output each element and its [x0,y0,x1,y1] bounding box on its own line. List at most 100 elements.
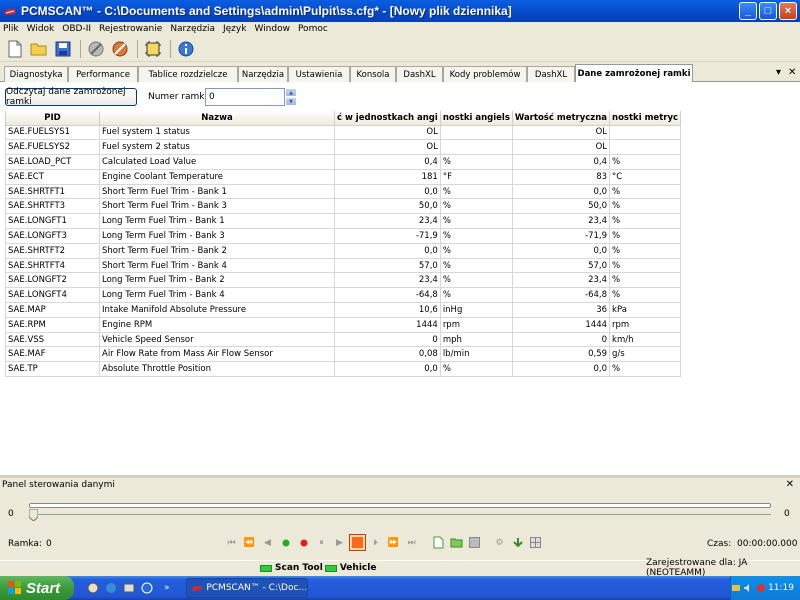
table-row[interactable]: SAE.MAP Intake Manifold Absolute Pressure… [5,302,682,318]
table-row[interactable]: SAE.LONGFT4 Long Term Fuel Trim - Bank 4-… [5,287,682,304]
open-folder-icon[interactable] [28,38,50,60]
tab-performance[interactable]: Performance [68,66,138,82]
control-panel-close-icon[interactable]: ✕ [786,479,794,490]
table-row[interactable]: SAE.LONGFT3 Long Term Fuel Trim - Bank 3-… [5,228,682,244]
menu-rejestrowanie[interactable]: Rejestrowanie [99,24,162,34]
record-red-icon[interactable] [295,534,312,551]
column-header-nazwa[interactable]: Nazwa [99,111,335,126]
column-header-metric-value[interactable]: Wartość metryczna [511,111,611,126]
skip-start-icon[interactable]: ⏮ [223,534,240,551]
step-back-icon[interactable]: ◀ [259,534,276,551]
table-row[interactable]: SAE.LONGFT1 Long Term Fuel Trim - Bank 12… [5,213,682,230]
quicklaunch-desktop-icon[interactable] [122,581,136,595]
table-row[interactable]: SAE.FUELSYS1 Fuel system 1 status OL OL [5,124,682,141]
tray-volume-icon[interactable] [743,583,752,593]
read-freeze-frame-button[interactable]: Odczytaj dane zamrożonej ramki [5,87,137,107]
tab-dane-zamrozonej-ramki[interactable]: Dane zamrożonej ramki [575,64,693,83]
menu-widok[interactable]: Widok [27,24,55,34]
pcmscan-app-icon [192,585,202,591]
maximize-button[interactable]: □ [759,2,777,20]
cell-english-units: % [439,198,513,215]
quicklaunch-chevron[interactable]: » [164,583,170,593]
new-file-icon[interactable] [4,38,26,60]
tab-diagnostyka[interactable]: Diagnostyka [4,66,68,82]
column-header-english-units[interactable]: nostki angiels [439,111,513,126]
step-forward-icon[interactable]: ⏵ [367,534,384,551]
log-settings-icon[interactable]: ⚙ [491,534,508,551]
table-row[interactable]: SAE.LONGFT2 Long Term Fuel Trim - Bank 22… [5,272,682,289]
spin-up-icon[interactable]: ▲ [285,88,297,97]
column-header-pid[interactable]: PID [5,111,100,126]
table-row[interactable]: SAE.SHRTFT2 Short Term Fuel Trim - Bank 2… [5,242,682,259]
table-row[interactable]: SAE.LOAD_PCT Calculated Load Value 0,4% 0,4… [5,154,682,170]
cell-name: Long Term Fuel Trim - Bank 3 [99,228,335,244]
stop-record-icon[interactable] [349,534,366,551]
vehicle-settings-icon[interactable] [142,38,164,60]
quicklaunch-ie-icon[interactable] [140,581,154,595]
table-row[interactable]: SAE.SHRTFT1 Short Term Fuel Trim - Bank 1… [5,183,682,200]
open-log-icon[interactable] [448,534,465,551]
tab-konsola[interactable]: Konsola [350,66,396,82]
play-green-icon[interactable] [277,534,294,551]
tray-security-icon[interactable] [756,583,765,593]
save-log-icon[interactable] [466,534,483,551]
tab-tablice-rozdzielcze[interactable]: Tablice rozdzielcze [138,66,238,82]
tab-ustawienia[interactable]: Ustawienia [288,66,350,82]
menu-pomoc[interactable]: Pomoc [298,24,328,34]
export-icon[interactable] [509,534,526,551]
tab-kody-problemow[interactable]: Kody problemów [443,66,527,82]
fast-rewind-icon[interactable]: ⏪ [241,534,258,551]
tab-narzedzia[interactable]: Narzędzia [238,66,288,82]
frame-number-spinner[interactable]: ▲ ▼ [285,88,297,106]
about-icon[interactable] [175,38,197,60]
skip-end-icon[interactable]: ⏭ [403,534,420,551]
fast-forward-icon[interactable]: ⏩ [385,534,402,551]
cell-metric-units: % [609,228,682,244]
table-row[interactable]: SAE.MAF Air Flow Rate from Mass Air Flow … [5,346,682,363]
cell-name: Long Term Fuel Trim - Bank 4 [99,287,335,304]
save-icon[interactable] [52,38,74,60]
taskbar-item-pcmscan[interactable]: PCMSCAN™ - C:\Doc... [186,578,308,598]
column-header-english-value[interactable]: ć w jednostkach angi [334,111,441,126]
tab-close-icon[interactable]: ✕ [788,67,796,78]
menu-window[interactable]: Window [254,24,290,34]
menu-plik[interactable]: Plik [3,24,19,34]
menu-narzedzia[interactable]: Narzędzia [170,24,215,34]
table-row[interactable]: SAE.VSS Vehicle Speed Sensor 0 mph 0 km/h [5,331,682,348]
tray-network-icon[interactable] [731,583,740,593]
connect-icon[interactable] [85,38,107,60]
menu-jezyk[interactable]: Język [223,24,246,34]
cell-pid: SAE.LONGFT3 [5,228,100,244]
start-button[interactable]: Start [0,576,74,600]
frame-number-label: Numer ramki: [148,92,211,102]
tab-dashxl[interactable]: DashXL [396,66,443,82]
pause-icon[interactable]: ⏸ [313,534,330,551]
table-row[interactable]: SAE.SHRTFT3 Short Term Fuel Trim - Bank 3… [5,198,682,215]
menu-obd-ii[interactable]: OBD-II [62,24,91,34]
frame-number-input[interactable]: 0 [205,88,285,106]
tab-dropdown-icon[interactable]: ▾ [776,67,781,78]
grid-view-icon[interactable] [527,534,544,551]
slider-thumb[interactable] [28,508,39,522]
table-row[interactable]: SAE.ECT Engine Coolant Temperature 181 °F 83… [5,168,682,185]
frame-slider[interactable] [29,514,771,515]
cell-pid: SAE.LOAD_PCT [5,154,100,170]
new-log-icon[interactable] [430,534,447,551]
close-button[interactable]: × [779,2,797,20]
minimize-button[interactable]: _ [739,2,757,20]
spin-down-icon[interactable]: ▼ [285,97,297,106]
disconnect-icon[interactable] [109,38,131,60]
cell-name: Short Term Fuel Trim - Bank 4 [99,257,335,274]
tab-dashxl-2[interactable]: DashXL [527,66,575,82]
table-row[interactable]: SAE.RPM Engine RPM 1444 rpm 1444 rpm [5,316,682,333]
column-header-metric-units[interactable]: nostki metryc [609,111,682,126]
table-row[interactable]: SAE.SHRTFT4 Short Term Fuel Trim - Bank 4… [5,257,682,274]
table-row[interactable]: SAE.FUELSYS2 Fuel system 2 status OL OL [5,139,682,156]
table-row[interactable]: SAE.TP Absolute Throttle Position 0,0% 0,0% [5,361,682,378]
cell-english-units: % [439,257,513,274]
cell-english-units: % [439,272,513,289]
cell-english-value: 23,4 [334,213,441,230]
play-icon[interactable]: ▶ [331,534,348,551]
quicklaunch-browser-icon[interactable] [104,581,118,595]
quicklaunch-app-icon[interactable] [86,581,100,595]
